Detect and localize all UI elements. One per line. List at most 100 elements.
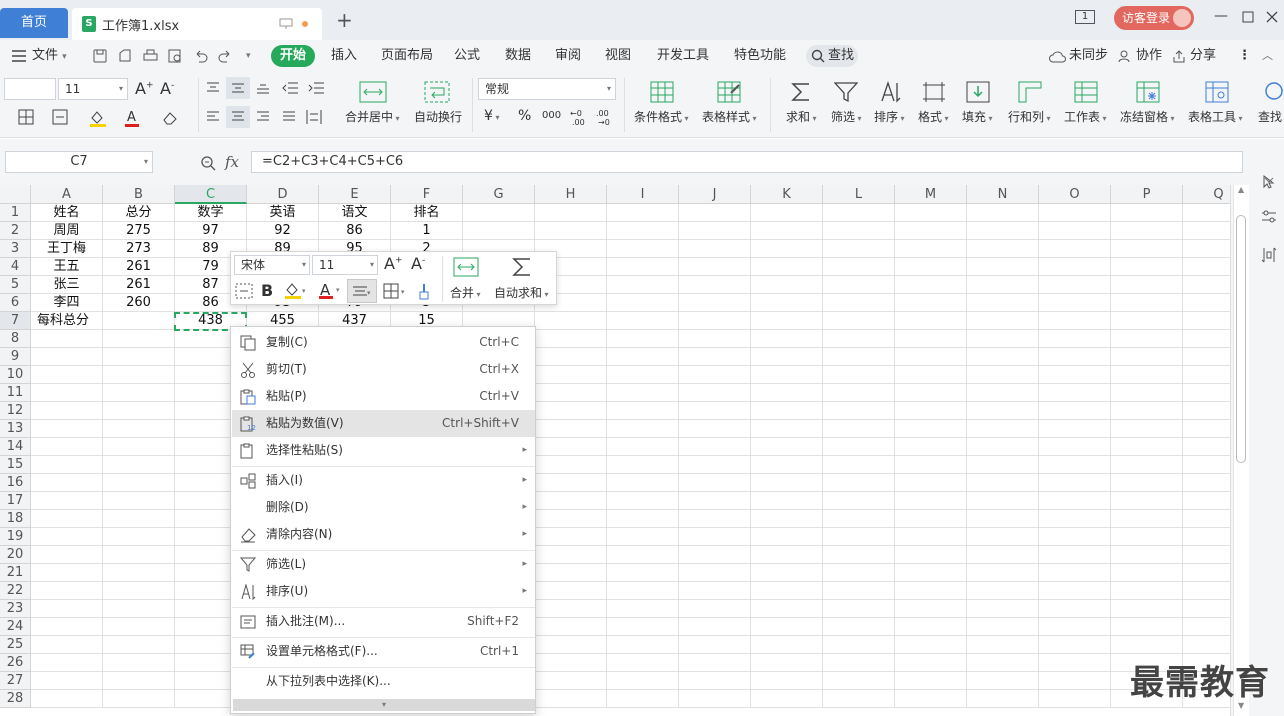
tab-home[interactable]: 首页 bbox=[0, 8, 68, 38]
cell-h23[interactable] bbox=[535, 600, 607, 618]
cell-l23[interactable] bbox=[823, 600, 895, 618]
cell-q16[interactable] bbox=[1183, 474, 1230, 492]
row-header-7[interactable]: 7 bbox=[0, 312, 31, 330]
cell-c1[interactable]: 数学 bbox=[175, 204, 247, 222]
cell-o7[interactable] bbox=[1039, 312, 1111, 330]
cell-j3[interactable] bbox=[679, 240, 751, 258]
column-header-g[interactable]: G bbox=[463, 185, 535, 204]
cell-k7[interactable] bbox=[751, 312, 823, 330]
cell-p20[interactable] bbox=[1111, 546, 1183, 564]
cell-p2[interactable] bbox=[1111, 222, 1183, 240]
cell-b20[interactable] bbox=[103, 546, 175, 564]
table-style-icon[interactable] bbox=[717, 81, 741, 103]
cell-b4[interactable]: 261 bbox=[103, 258, 175, 276]
cell-p21[interactable] bbox=[1111, 564, 1183, 582]
cell-p24[interactable] bbox=[1111, 618, 1183, 636]
cell-k19[interactable] bbox=[751, 528, 823, 546]
merge-center-button[interactable]: 合并居中 ▾ bbox=[345, 108, 400, 125]
cell-q2[interactable] bbox=[1183, 222, 1230, 240]
cell-a20[interactable] bbox=[31, 546, 103, 564]
cell-q10[interactable] bbox=[1183, 366, 1230, 384]
column-header-l[interactable]: L bbox=[823, 185, 895, 204]
cell-p17[interactable] bbox=[1111, 492, 1183, 510]
cell-j18[interactable] bbox=[679, 510, 751, 528]
clear-format-icon[interactable] bbox=[162, 110, 178, 126]
font-name-select[interactable] bbox=[4, 78, 56, 100]
format-button[interactable]: 格式 ▾ bbox=[918, 108, 949, 125]
menu-insert-comment[interactable]: 插入批注(M)... Shift+F2 bbox=[232, 608, 535, 635]
property-sliders-icon[interactable] bbox=[1261, 210, 1277, 224]
decrease-indent-icon[interactable] bbox=[282, 82, 298, 94]
cell-b25[interactable] bbox=[103, 636, 175, 654]
cell-k16[interactable] bbox=[751, 474, 823, 492]
cell-o24[interactable] bbox=[1039, 618, 1111, 636]
cell-j24[interactable] bbox=[679, 618, 751, 636]
cell-o15[interactable] bbox=[1039, 456, 1111, 474]
cell-a22[interactable] bbox=[31, 582, 103, 600]
cell-i19[interactable] bbox=[607, 528, 679, 546]
cell-b7[interactable] bbox=[103, 312, 175, 330]
cell-o17[interactable] bbox=[1039, 492, 1111, 510]
menu-format-cells[interactable]: 设置单元格格式(F)... Ctrl+1 bbox=[232, 638, 535, 665]
cell-l17[interactable] bbox=[823, 492, 895, 510]
row-header-15[interactable]: 15 bbox=[0, 456, 31, 474]
cell-n5[interactable] bbox=[967, 276, 1039, 294]
cell-b16[interactable] bbox=[103, 474, 175, 492]
cell-i3[interactable] bbox=[607, 240, 679, 258]
cell-n24[interactable] bbox=[967, 618, 1039, 636]
table-tools-button[interactable]: 表格工具 ▾ bbox=[1188, 108, 1243, 125]
cell-i17[interactable] bbox=[607, 492, 679, 510]
cell-h16[interactable] bbox=[535, 474, 607, 492]
cell-b2[interactable]: 275 bbox=[103, 222, 175, 240]
cell-i23[interactable] bbox=[607, 600, 679, 618]
align-center-button[interactable] bbox=[226, 106, 250, 128]
cell-b28[interactable] bbox=[103, 690, 175, 708]
cell-n6[interactable] bbox=[967, 294, 1039, 312]
cell-q11[interactable] bbox=[1183, 384, 1230, 402]
cell-n2[interactable] bbox=[967, 222, 1039, 240]
cell-h11[interactable] bbox=[535, 384, 607, 402]
cell-q5[interactable] bbox=[1183, 276, 1230, 294]
cell-j23[interactable] bbox=[679, 600, 751, 618]
cell-d1[interactable]: 英语 bbox=[247, 204, 319, 222]
cell-l7[interactable] bbox=[823, 312, 895, 330]
cell-j9[interactable] bbox=[679, 348, 751, 366]
cell-l25[interactable] bbox=[823, 636, 895, 654]
column-header-d[interactable]: D bbox=[247, 185, 319, 204]
cell-o28[interactable] bbox=[1039, 690, 1111, 708]
cell-a12[interactable] bbox=[31, 402, 103, 420]
cursor-select-icon[interactable] bbox=[1262, 175, 1276, 189]
percent-icon[interactable]: % bbox=[518, 108, 531, 124]
cell-a27[interactable] bbox=[31, 672, 103, 690]
cell-j6[interactable] bbox=[679, 294, 751, 312]
cell-k17[interactable] bbox=[751, 492, 823, 510]
cell-b5[interactable]: 261 bbox=[103, 276, 175, 294]
menu-paste-special[interactable]: 选择性粘贴(S) ▸ bbox=[232, 437, 535, 464]
row-header-4[interactable]: 4 bbox=[0, 258, 31, 276]
cell-style-icon[interactable] bbox=[52, 109, 68, 125]
menu-pick-from-list[interactable]: 从下拉列表中选择(K)... bbox=[232, 668, 535, 695]
cell-b24[interactable] bbox=[103, 618, 175, 636]
row-col-icon[interactable] bbox=[1018, 81, 1042, 103]
maximize-icon[interactable] bbox=[1242, 11, 1254, 23]
cell-k18[interactable] bbox=[751, 510, 823, 528]
cell-p10[interactable] bbox=[1111, 366, 1183, 384]
cell-m19[interactable] bbox=[895, 528, 967, 546]
cell-m12[interactable] bbox=[895, 402, 967, 420]
cell-p12[interactable] bbox=[1111, 402, 1183, 420]
cell-m15[interactable] bbox=[895, 456, 967, 474]
quick-access-dropdown-icon[interactable]: ▾ bbox=[246, 40, 251, 72]
cell-o10[interactable] bbox=[1039, 366, 1111, 384]
cell-q8[interactable] bbox=[1183, 330, 1230, 348]
menu-paste-values[interactable]: 12 粘贴为数值(V) Ctrl+Shift+V bbox=[232, 410, 535, 437]
cell-l4[interactable] bbox=[823, 258, 895, 276]
cell-h27[interactable] bbox=[535, 672, 607, 690]
cell-n15[interactable] bbox=[967, 456, 1039, 474]
cell-a19[interactable] bbox=[31, 528, 103, 546]
cell-n19[interactable] bbox=[967, 528, 1039, 546]
cell-j20[interactable] bbox=[679, 546, 751, 564]
row-header-25[interactable]: 25 bbox=[0, 636, 31, 654]
cell-i28[interactable] bbox=[607, 690, 679, 708]
cell-a11[interactable] bbox=[31, 384, 103, 402]
backup-icon[interactable] bbox=[1261, 247, 1277, 263]
